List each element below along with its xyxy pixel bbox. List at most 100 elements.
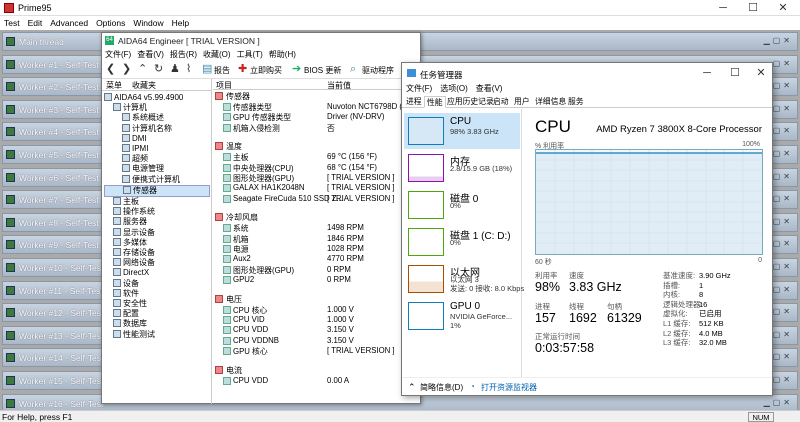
tab-startup[interactable]: 启动 (491, 96, 511, 107)
sensor-row[interactable]: CPU VDDNB 3.150 V (213, 336, 420, 346)
sensor-row[interactable]: 图形处理器(GPU) 0 RPM (213, 265, 420, 275)
chart-icon[interactable]: ⌇ (186, 63, 191, 76)
tree-item[interactable]: 配置 (104, 309, 210, 319)
sensor-row[interactable]: Seagate FireCuda 510 SSD Z...[ TRIAL VER… (213, 194, 420, 204)
sensor-row[interactable]: 图形处理器(GPU) [ TRIAL VERSION ] (213, 173, 420, 183)
tree-item[interactable]: 性能测试 (104, 329, 210, 340)
aida-menu-favorites[interactable]: 收藏(O) (200, 48, 234, 61)
tab-services[interactable]: 服务 (566, 96, 586, 107)
aida64-title-bar[interactable]: 64 AIDA64 Engineer [ TRIAL VERSION ] (102, 33, 420, 48)
resource-item[interactable]: 磁盘 1 (C: D:) 0% (404, 224, 520, 260)
sensor-row[interactable]: GPU 核心 [ TRIAL VERSION ] (213, 346, 420, 356)
resource-item[interactable]: 内存 2.8/15.9 GB (18%) (404, 150, 520, 186)
tm-menu-file[interactable]: 文件(F) (402, 83, 436, 94)
tree-item[interactable]: 软件 (104, 288, 210, 299)
aida-menu-file[interactable]: 文件(F) (102, 48, 134, 61)
sensor-row[interactable]: 中央处理器(CPU) 68 °C (154 °F) (213, 163, 420, 173)
sensor-row[interactable]: CPU VDD 3.150 V (213, 325, 420, 335)
menu-test[interactable]: Test (0, 16, 24, 30)
column-value[interactable]: 当前值 (327, 80, 351, 91)
aida-menu-report[interactable]: 报告(R) (167, 48, 200, 61)
tm-minimize-icon[interactable]: ─ (692, 65, 722, 81)
sensor-row[interactable]: CPU VID 1.000 V (213, 315, 420, 325)
driver-search-icon[interactable]: ⌕ (350, 63, 356, 76)
sensor-row[interactable]: GALAX HA1K2048N [ TRIAL VERSION ] (213, 183, 420, 193)
tree-item[interactable]: 数据库 (104, 319, 210, 329)
tm-close-icon[interactable]: ✕ (746, 65, 776, 81)
report-button[interactable]: 报告 (214, 65, 230, 76)
buy-now-button[interactable]: 立即购买 (250, 65, 282, 76)
tree-item[interactable]: 网络设备 (104, 258, 210, 268)
window-controls-icon[interactable]: ▁▢✕ (764, 36, 793, 45)
tree-item[interactable]: 安全性 (104, 299, 210, 309)
menu-options[interactable]: Options (92, 16, 129, 30)
sensor-row[interactable]: GPU 传感器类型 Driver (NV-DRV) (213, 112, 420, 122)
sensor-row[interactable]: 传感器类型 Nuvoton NCT6798D (ISA (213, 102, 420, 112)
sensor-row[interactable]: CPU 核心 1.000 V (213, 305, 420, 315)
tree-item[interactable]: 显示设备 (104, 227, 210, 238)
sensor-row[interactable]: GPU2 0 RPM (213, 275, 420, 285)
resource-item[interactable]: 磁盘 0 0% (404, 187, 520, 223)
tree-item[interactable]: 电源管理 (104, 164, 210, 174)
sensor-row[interactable]: 机箱入侵检测 否 (213, 123, 420, 133)
minimize-icon[interactable]: ─ (708, 0, 738, 16)
tree-item[interactable]: 设备 (104, 278, 210, 289)
menu-advanced[interactable]: Advanced (46, 16, 92, 30)
tree-item[interactable]: 主板 (104, 197, 210, 207)
column-item[interactable]: 项目 (216, 80, 232, 91)
tab-details[interactable]: 详细信息 (533, 96, 568, 107)
tree-item[interactable]: 多媒体 (104, 237, 210, 248)
tab-app-history[interactable]: 应用历史记录 (445, 96, 496, 107)
tree-item[interactable]: 超频 (104, 154, 210, 164)
tab-menu[interactable]: 菜单 (106, 80, 122, 91)
tm-menu-options[interactable]: 选项(O) (436, 83, 472, 94)
user-icon[interactable]: ♟ (170, 63, 180, 76)
tree-item[interactable]: 计算机 (104, 103, 210, 113)
bios-update-icon[interactable]: ➔ (292, 63, 301, 76)
tree-item[interactable]: 服务器 (104, 217, 210, 227)
buy-icon[interactable]: ✚ (238, 63, 247, 76)
tree-item[interactable]: 计算机名称 (104, 123, 210, 134)
sensor-row[interactable]: 系统 1498 RPM (213, 223, 420, 233)
resource-item[interactable]: GPU 0 NVIDIA GeForce... 1% (404, 298, 520, 334)
task-manager-title-bar[interactable]: 任务管理器 ─ ☐ ✕ (402, 63, 772, 83)
prime95-title-bar[interactable]: Prime95 ─ ☐ ✕ (0, 0, 800, 16)
sensor-row[interactable]: 主板 69 °C (156 °F) (213, 152, 420, 162)
chevron-up-icon[interactable]: ⌃ (408, 382, 416, 393)
fewer-details-link[interactable]: 简略信息(D) (420, 382, 463, 393)
tree-item[interactable]: 便携式计算机 (104, 174, 210, 185)
tab-users[interactable]: 用户 (512, 96, 532, 107)
tree-item[interactable]: 操作系统 (104, 207, 210, 217)
tree-item[interactable]: AIDA64 v5.99.4900 (104, 93, 210, 103)
sensor-row[interactable]: Aux2 4770 RPM (213, 254, 420, 264)
menu-window[interactable]: Window (129, 16, 167, 30)
back-icon[interactable]: ❮ (106, 63, 115, 76)
tree-item[interactable]: 系统概述 (104, 113, 210, 123)
tree-item[interactable]: 传感器 (104, 184, 210, 198)
close-icon[interactable]: ✕ (768, 0, 798, 16)
tree-item[interactable]: DirectX (104, 268, 210, 278)
tree-item[interactable]: DMI (104, 133, 210, 144)
tab-performance[interactable]: 性能 (424, 96, 446, 108)
tree-item[interactable]: 存储设备 (104, 248, 210, 258)
window-controls-icon[interactable]: ▁▢✕ (764, 398, 793, 407)
maximize-icon[interactable]: ☐ (738, 0, 768, 16)
aida-menu-view[interactable]: 查看(V) (134, 48, 167, 61)
sensor-row[interactable]: 机箱 1846 RPM (213, 234, 420, 244)
tab-favorites[interactable]: 收藏夹 (132, 80, 156, 91)
resource-item[interactable]: 以太网 以太网 3 发送: 0 接收: 8.0 Kbps (404, 261, 524, 297)
tree-item[interactable]: IPMI (104, 144, 210, 154)
bios-update-button[interactable]: BIOS 更新 (304, 65, 341, 76)
refresh-icon[interactable]: ↻ (154, 63, 163, 76)
tm-menu-view[interactable]: 查看(V) (472, 83, 507, 94)
aida-menu-help[interactable]: 帮助(H) (266, 48, 299, 61)
menu-help[interactable]: Help (168, 16, 193, 30)
report-icon[interactable]: ▤ (202, 63, 212, 76)
open-resource-monitor-link[interactable]: 打开资源监视器 (481, 382, 537, 393)
sensor-row[interactable]: 电源 1028 RPM (213, 244, 420, 254)
up-icon[interactable]: ⌃ (138, 63, 147, 76)
sensor-row[interactable]: CPU VDD 0.00 A (213, 376, 420, 386)
driver-update-button[interactable]: 驱动程序 (362, 65, 394, 76)
tab-processes[interactable]: 进程 (404, 96, 424, 107)
aida-menu-tools[interactable]: 工具(T) (234, 48, 266, 61)
